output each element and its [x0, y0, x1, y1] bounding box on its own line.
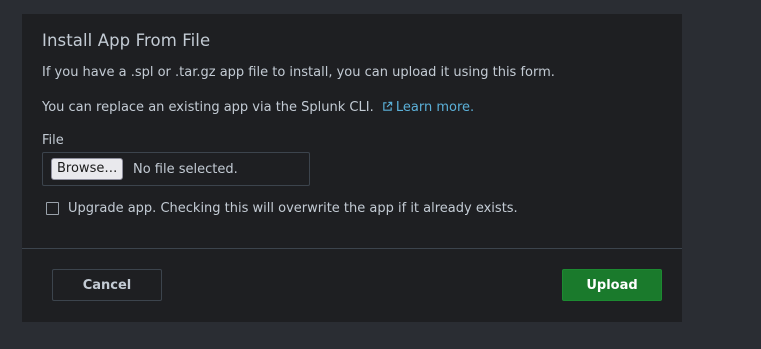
external-link-icon — [383, 101, 393, 111]
intro-text: If you have a .spl or .tar.gz app file t… — [42, 65, 555, 80]
upload-button[interactable]: Upload — [562, 269, 662, 301]
footer-divider — [22, 248, 682, 249]
learn-more-label: Learn more. — [395, 100, 475, 115]
browse-button[interactable]: Browse… — [51, 158, 124, 180]
dialog-title: Install App From File — [42, 31, 211, 50]
no-file-selected-text: No file selected. — [133, 162, 238, 177]
cli-text: You can replace an existing app via the … — [42, 100, 374, 115]
upgrade-option: Upgrade app. Checking this will overwrit… — [46, 200, 518, 216]
page: Install App From File If you have a .spl… — [0, 0, 761, 349]
learn-more-link[interactable]: Learn more. — [382, 100, 474, 115]
cli-text-row: You can replace an existing app via the … — [42, 100, 474, 115]
file-label: File — [42, 133, 64, 148]
upgrade-checkbox[interactable] — [46, 201, 59, 215]
cancel-button[interactable]: Cancel — [52, 269, 162, 301]
install-app-dialog: Install App From File If you have a .spl… — [22, 14, 682, 322]
file-input[interactable]: Browse… No file selected. — [42, 152, 310, 186]
upgrade-label[interactable]: Upgrade app. Checking this will overwrit… — [68, 201, 518, 216]
